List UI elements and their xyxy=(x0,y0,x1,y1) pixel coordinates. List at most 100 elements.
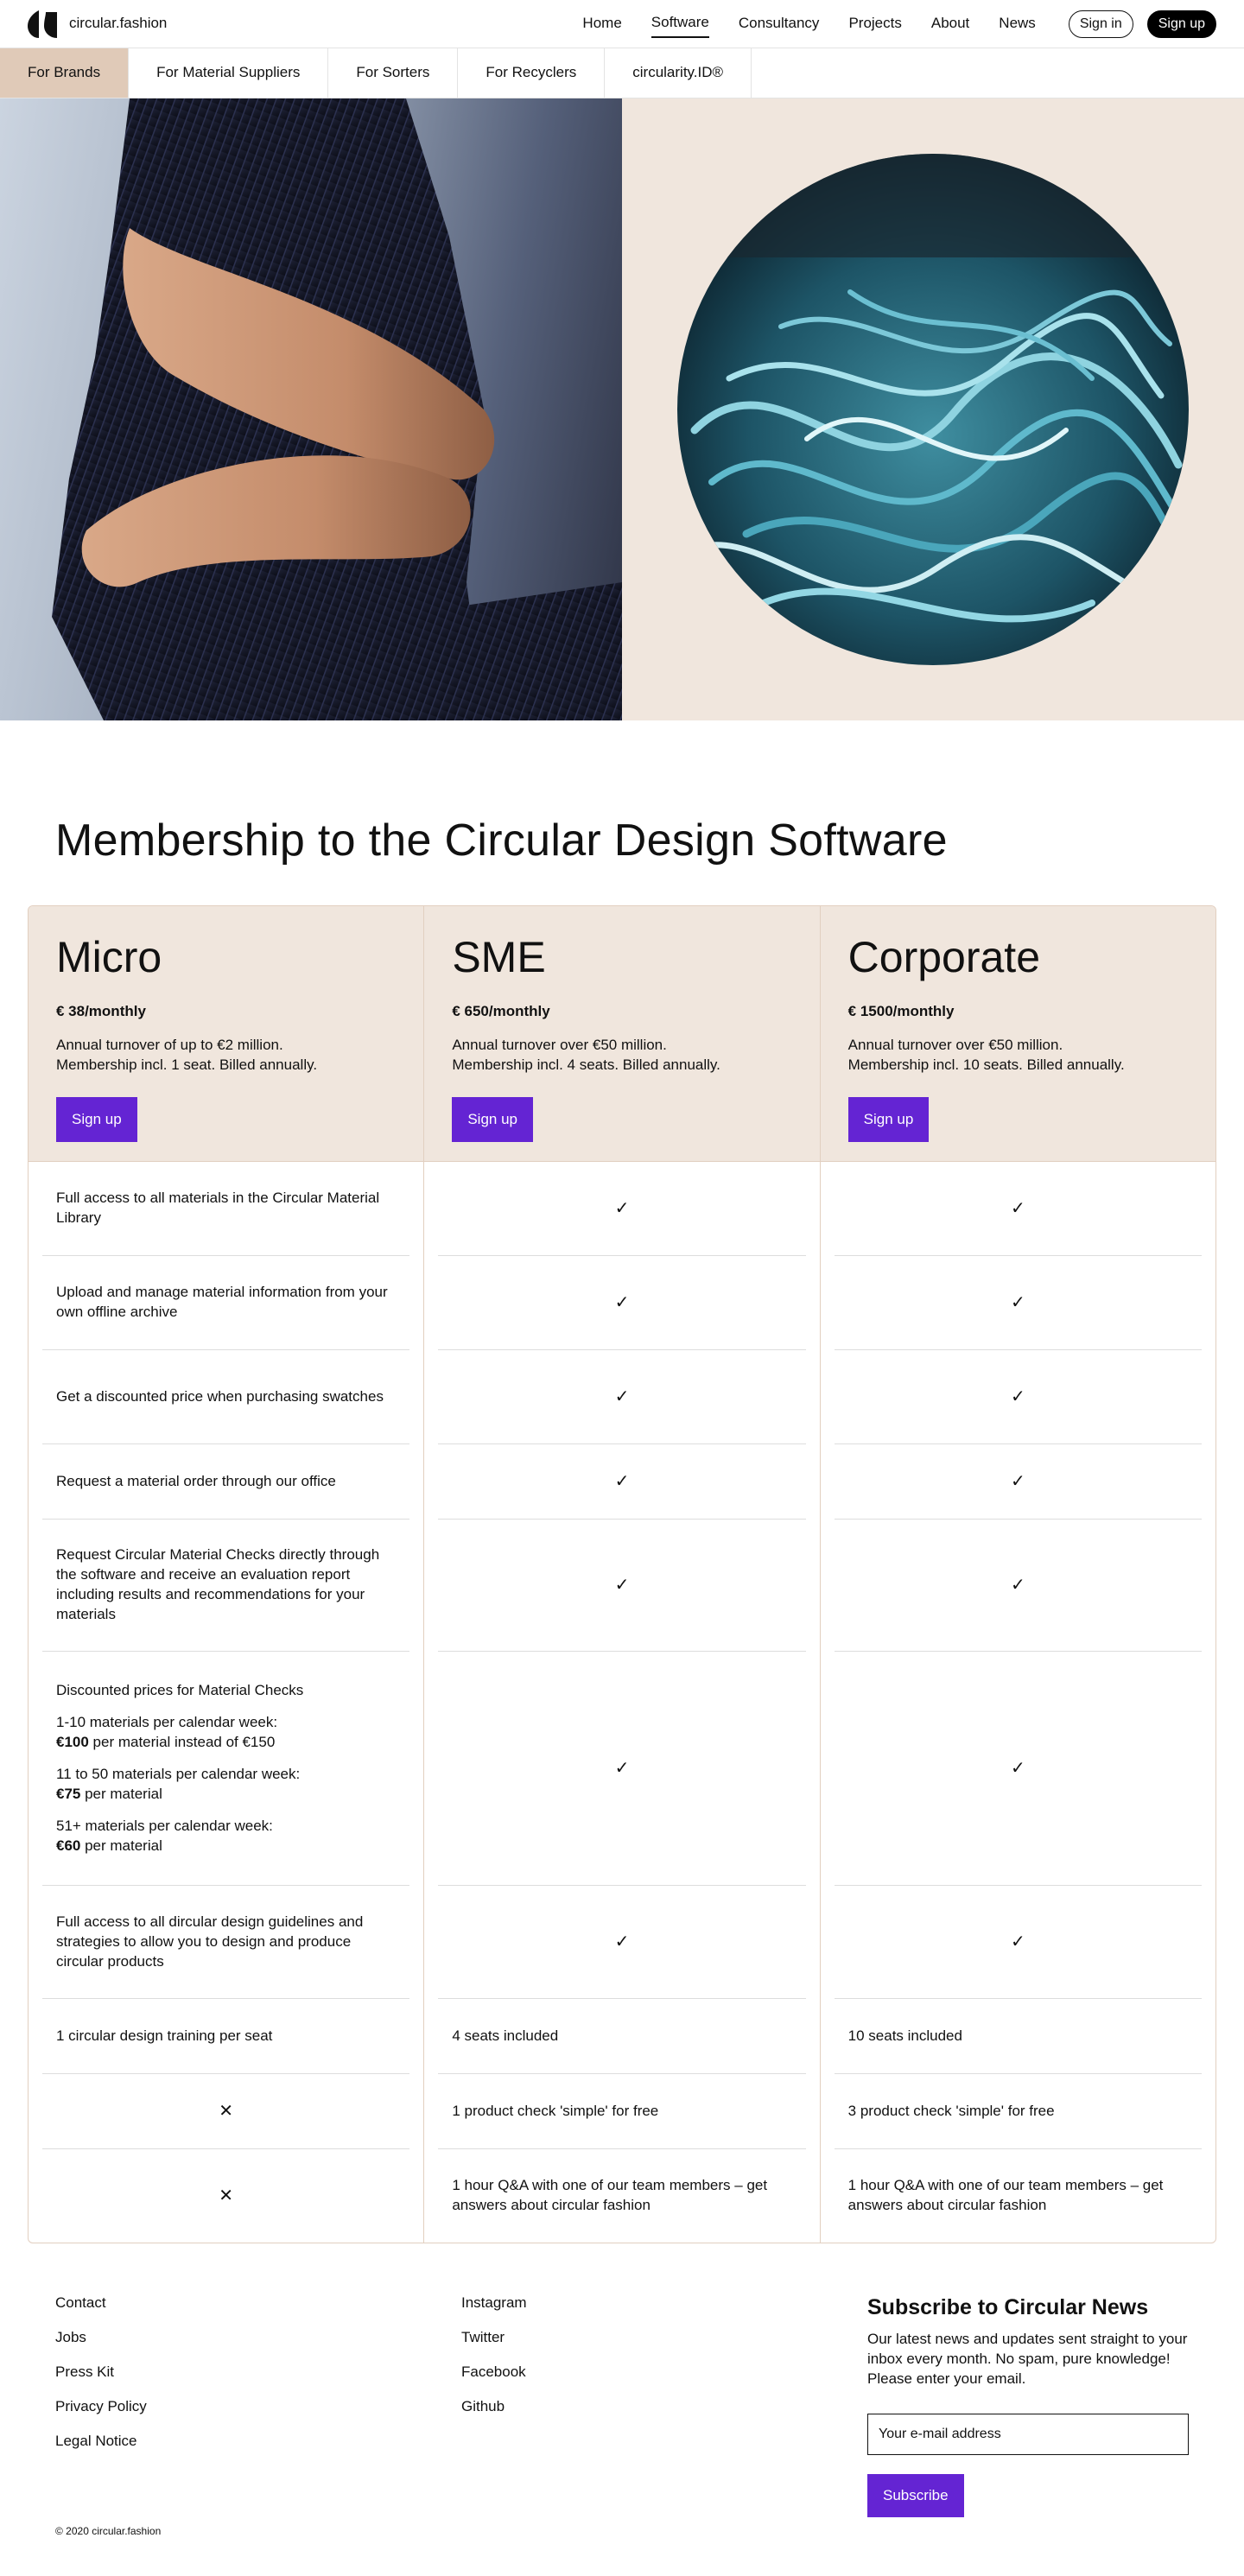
check-icon: ✓ xyxy=(1010,1575,1025,1595)
plan-price: € 38/monthly xyxy=(56,1003,146,1020)
feature-row: ✓ xyxy=(438,1256,806,1351)
plan-signup-button[interactable]: Sign up xyxy=(847,1097,930,1142)
hero xyxy=(0,98,1244,720)
feature-text: Full access to all materials in the Circ… xyxy=(56,1190,380,1227)
discount-tier: 1-10 materials per calendar week: €100 p… xyxy=(56,1713,303,1753)
discount-tier-label: 1-10 materials per calendar week: xyxy=(56,1713,278,1730)
feature-row: Full access to all materials in the Circ… xyxy=(42,1162,410,1257)
footer-links-social: Instagram Twitter Facebook Github xyxy=(461,2294,867,2517)
nav-software[interactable]: Software xyxy=(651,10,709,38)
plan-signup-button[interactable]: Sign up xyxy=(56,1097,137,1142)
footer-link-twitter[interactable]: Twitter xyxy=(461,2328,867,2348)
check-icon: ✓ xyxy=(614,1932,630,1951)
feature-text: Request a material order through our off… xyxy=(56,1472,336,1489)
plan-micro: Micro € 38/monthly Annual turnover of up… xyxy=(29,906,425,2243)
discount-tier-label: 51+ materials per calendar week: xyxy=(56,1817,273,1834)
feature-row: ✓ xyxy=(834,1652,1202,1887)
nav-projects[interactable]: Projects xyxy=(848,10,901,37)
check-icon: ✓ xyxy=(614,1198,630,1218)
feature-text: 1 hour Q&A with one of our team members … xyxy=(847,2177,1164,2214)
hero-image-knit-sweater xyxy=(0,98,622,720)
feature-text: 1 hour Q&A with one of our team members … xyxy=(452,2177,768,2214)
discount-tier: 11 to 50 materials per calendar week: €7… xyxy=(56,1765,303,1805)
feature-row: 1 hour Q&A with one of our team members … xyxy=(835,2149,1202,2243)
nav-home[interactable]: Home xyxy=(582,10,621,37)
feature-row: 10 seats included xyxy=(834,1999,1202,2075)
plan-description: Annual turnover over €50 million. Member… xyxy=(848,1036,1188,1075)
feature-row: ✕ xyxy=(42,2149,409,2243)
subscribe-button[interactable]: Subscribe xyxy=(867,2473,964,2517)
feature-row: ✓ xyxy=(834,1350,1202,1445)
feature-text: Get a discounted price when purchasing s… xyxy=(56,1387,384,1405)
footer-link-press-kit[interactable]: Press Kit xyxy=(55,2363,461,2382)
sign-in-button[interactable]: Sign in xyxy=(1068,10,1133,38)
plan-price: € 650/monthly xyxy=(452,1003,550,1020)
check-icon: ✓ xyxy=(614,1386,630,1406)
feature-row: ✓ xyxy=(438,1162,806,1257)
cross-icon: ✕ xyxy=(219,2101,234,2121)
check-icon: ✓ xyxy=(1010,1292,1025,1312)
plan-description: Annual turnover over €50 million. Member… xyxy=(452,1036,791,1075)
feature-row: ✓ xyxy=(834,1520,1202,1653)
feature-row: 1 circular design training per seat xyxy=(42,1999,410,2075)
feature-row: ✓ xyxy=(438,1886,806,2000)
tab-for-brands[interactable]: For Brands xyxy=(0,48,130,98)
plan-description: Annual turnover of up to €2 million. Mem… xyxy=(56,1036,396,1075)
feature-text: Full access to all dircular design guide… xyxy=(56,1913,364,1970)
footer-link-facebook[interactable]: Facebook xyxy=(461,2363,867,2382)
plan-turnover: Annual turnover of up to €2 million. xyxy=(56,1037,283,1054)
sign-up-button[interactable]: Sign up xyxy=(1146,10,1216,38)
plan-signup-button[interactable]: Sign up xyxy=(452,1097,533,1142)
discount-tier-note: per material instead of €150 xyxy=(88,1733,276,1750)
footer-link-legal-notice[interactable]: Legal Notice xyxy=(55,2432,461,2452)
nav-news[interactable]: News xyxy=(999,10,1036,37)
discount-tier: 51+ materials per calendar week: €60 per… xyxy=(56,1817,303,1856)
nav-about[interactable]: About xyxy=(931,10,969,37)
pricing-title: Membership to the Circular Design Softwa… xyxy=(55,815,948,866)
tab-for-recyclers[interactable]: For Recyclers xyxy=(458,48,606,98)
plan-turnover: Annual turnover over €50 million. xyxy=(847,1037,1063,1054)
top-navigation: circular.fashion Home Software Consultan… xyxy=(0,0,1244,48)
pricing-table: Micro € 38/monthly Annual turnover of up… xyxy=(28,905,1216,2244)
brand[interactable]: circular.fashion xyxy=(28,10,167,38)
footer-link-instagram[interactable]: Instagram xyxy=(461,2294,867,2313)
newsletter-text: Our latest news and updates sent straigh… xyxy=(867,2330,1188,2387)
copyright: © 2020 circular.fashion xyxy=(55,2524,162,2537)
feature-row: 1 hour Q&A with one of our team members … xyxy=(438,2149,805,2243)
nav-consultancy[interactable]: Consultancy xyxy=(739,10,820,37)
cross-icon: ✕ xyxy=(219,2186,234,2205)
feature-row: Request Circular Material Checks directl… xyxy=(42,1520,410,1653)
tab-for-material-suppliers[interactable]: For Material Suppliers xyxy=(129,48,329,98)
footer-link-jobs[interactable]: Jobs xyxy=(55,2328,461,2348)
plan-header: Corporate € 1500/monthly Annual turnover… xyxy=(820,906,1215,1163)
feature-row: Upload and manage material information f… xyxy=(42,1256,410,1351)
discount-tier-price: €75 xyxy=(56,1785,81,1802)
discount-title: Discounted prices for Material Checks xyxy=(56,1681,304,1698)
discount-tier-price: €100 xyxy=(56,1733,89,1750)
tab-for-sorters[interactable]: For Sorters xyxy=(328,48,459,98)
tab-circularity-id[interactable]: circularity.ID® xyxy=(605,48,752,98)
check-icon: ✓ xyxy=(1010,1932,1025,1951)
footer-link-github[interactable]: Github xyxy=(461,2397,867,2417)
feature-row: Request a material order through our off… xyxy=(42,1444,410,1520)
email-field[interactable] xyxy=(867,2413,1189,2455)
feature-text: 1 product check 'simple' for free xyxy=(452,2102,659,2119)
feature-text: 1 circular design training per seat xyxy=(56,2027,273,2044)
plan-price: € 1500/monthly xyxy=(847,1003,955,1020)
footer: Contact Jobs Press Kit Privacy Policy Le… xyxy=(0,2294,1244,2566)
feature-text: 10 seats included xyxy=(847,2027,962,2044)
feature-row: Get a discounted price when purchasing s… xyxy=(42,1350,410,1445)
feature-row: 4 seats included xyxy=(438,1999,806,2075)
plan-name: Corporate xyxy=(847,933,1040,982)
footer-link-contact[interactable]: Contact xyxy=(55,2294,461,2313)
feature-row: 1 product check 'simple' for free xyxy=(438,2074,806,2150)
plan-corporate: Corporate € 1500/monthly Annual turnover… xyxy=(820,906,1215,2243)
feature-text: 4 seats included xyxy=(452,2027,559,2044)
check-icon: ✓ xyxy=(614,1575,630,1595)
discount-tier-note: per material xyxy=(80,1785,162,1802)
check-icon: ✓ xyxy=(614,1471,630,1491)
feature-row: ✓ xyxy=(438,1652,806,1887)
feature-row: ✓ xyxy=(834,1256,1202,1351)
newsletter-title: Subscribe to Circular News xyxy=(867,2295,1149,2320)
footer-link-privacy-policy[interactable]: Privacy Policy xyxy=(55,2397,461,2417)
